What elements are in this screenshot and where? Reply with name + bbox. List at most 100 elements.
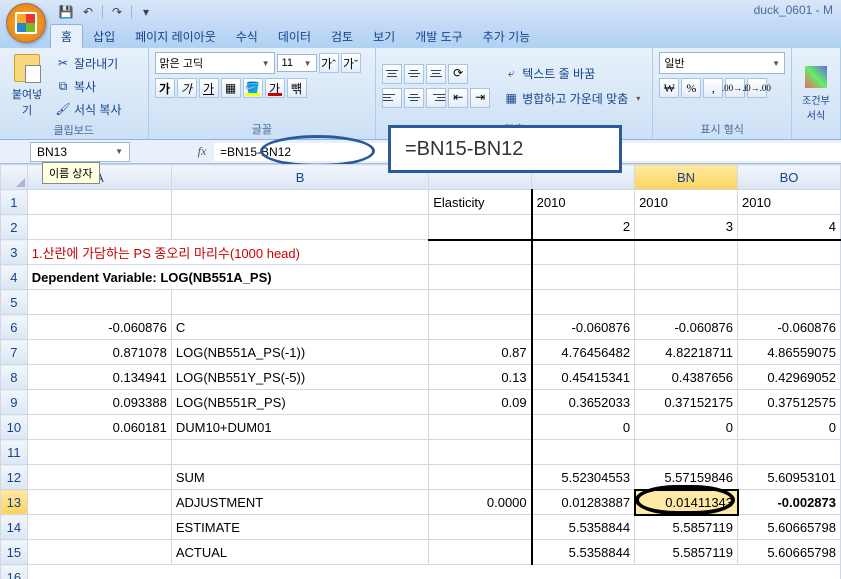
cell[interactable] (635, 440, 738, 465)
cell[interactable]: 0.45415341 (532, 365, 635, 390)
cell[interactable] (27, 440, 171, 465)
cell[interactable] (27, 465, 171, 490)
conditional-formatting-button[interactable]: 조건부 서식 (798, 64, 834, 124)
col-header-BO[interactable]: BO (738, 165, 841, 190)
col-header-BN[interactable]: BN (635, 165, 738, 190)
row-header-7[interactable]: 7 (1, 340, 28, 365)
cell[interactable]: 0.0000 (429, 490, 532, 515)
qat-redo-icon[interactable]: ↷ (109, 4, 125, 20)
row-header-14[interactable]: 14 (1, 515, 28, 540)
font-family-select[interactable]: 맑은 고딕▼ (155, 52, 275, 74)
tab-보기[interactable]: 보기 (363, 25, 405, 48)
cell[interactable] (738, 290, 841, 315)
cell[interactable]: LOG(NB551R_PS) (171, 390, 428, 415)
tab-개발 도구[interactable]: 개발 도구 (405, 25, 473, 48)
bold-button[interactable]: 가 (155, 78, 175, 98)
cell[interactable]: 0.42969052 (738, 365, 841, 390)
cell[interactable] (27, 540, 171, 565)
cell[interactable]: ADJUSTMENT (171, 490, 428, 515)
cell[interactable]: 5.5358844 (532, 515, 635, 540)
cell[interactable]: Elasticity (429, 190, 532, 215)
cell[interactable] (429, 440, 532, 465)
row-header-11[interactable]: 11 (1, 440, 28, 465)
wrap-text-button[interactable]: ⤶텍스트 줄 바꿈 (500, 63, 644, 84)
decrease-decimal-button[interactable]: .0→.00 (747, 78, 767, 98)
cell[interactable]: C (171, 315, 428, 340)
cell[interactable] (171, 440, 428, 465)
border-button[interactable]: ▦ (221, 78, 241, 98)
cell[interactable] (532, 265, 635, 290)
cell[interactable] (429, 415, 532, 440)
cell[interactable]: ESTIMATE (171, 515, 428, 540)
cell[interactable]: SUM (171, 465, 428, 490)
cell[interactable]: -0.060876 (635, 315, 738, 340)
cell[interactable] (635, 240, 738, 265)
cell[interactable]: 4.76456482 (532, 340, 635, 365)
increase-font-button[interactable]: 가ˆ (319, 53, 339, 73)
cell[interactable] (27, 190, 171, 215)
row-header-6[interactable]: 6 (1, 315, 28, 340)
row-header-9[interactable]: 9 (1, 390, 28, 415)
align-top-button[interactable] (382, 64, 402, 84)
cell[interactable] (429, 465, 532, 490)
qat-customize-icon[interactable]: ▾ (138, 4, 154, 20)
cell[interactable] (429, 290, 532, 315)
cell[interactable]: 5.52304553 (532, 465, 635, 490)
row-header-10[interactable]: 10 (1, 415, 28, 440)
tab-데이터[interactable]: 데이터 (268, 25, 321, 48)
cell[interactable]: 0.01283887 (532, 490, 635, 515)
cell[interactable]: 5.5857119 (635, 540, 738, 565)
tab-검토[interactable]: 검토 (321, 25, 363, 48)
increase-decimal-button[interactable]: .00→.0 (725, 78, 745, 98)
cell[interactable]: 0.01411343 (635, 490, 738, 515)
cut-button[interactable]: ✂잘라내기 (52, 53, 126, 74)
cell[interactable]: 0.13 (429, 365, 532, 390)
cell[interactable]: 0.09 (429, 390, 532, 415)
underline-button[interactable]: 가 (199, 78, 219, 98)
align-middle-button[interactable] (404, 64, 424, 84)
number-format-select[interactable]: 일반▼ (659, 52, 785, 74)
row-header-15[interactable]: 15 (1, 540, 28, 565)
cell[interactable]: 0.134941 (27, 365, 171, 390)
cell[interactable]: -0.002873 (738, 490, 841, 515)
cell[interactable]: 0.37152175 (635, 390, 738, 415)
cell[interactable]: Dependent Variable: LOG(NB551A_PS) (27, 265, 428, 290)
row-header-13[interactable]: 13 (1, 490, 28, 515)
cell[interactable]: 2 (532, 215, 635, 240)
cell[interactable]: DUM10+DUM01 (171, 415, 428, 440)
cell[interactable]: 5.5358844 (532, 540, 635, 565)
row-header-5[interactable]: 5 (1, 290, 28, 315)
cell[interactable]: 4.82218711 (635, 340, 738, 365)
cell[interactable]: 2010 (738, 190, 841, 215)
cell[interactable] (635, 290, 738, 315)
cell[interactable] (429, 265, 532, 290)
cell[interactable]: ACTUAL (171, 540, 428, 565)
cell[interactable]: 0.87 (429, 340, 532, 365)
cell[interactable] (635, 265, 738, 290)
cell[interactable] (429, 240, 532, 265)
row-header-2[interactable]: 2 (1, 215, 28, 240)
cell[interactable] (27, 490, 171, 515)
cell[interactable] (532, 240, 635, 265)
tab-홈[interactable]: 홈 (50, 24, 83, 48)
cell[interactable] (171, 215, 428, 240)
cell[interactable]: 1.산란에 가담하는 PS 종오리 마리수(1000 head) (27, 240, 428, 265)
cell[interactable] (738, 265, 841, 290)
cell[interactable]: 5.60665798 (738, 515, 841, 540)
align-right-button[interactable] (426, 88, 446, 108)
font-color-button[interactable]: 가 (265, 78, 285, 98)
cell[interactable] (532, 440, 635, 465)
percent-button[interactable]: % (681, 78, 701, 98)
qat-undo-icon[interactable]: ↶ (80, 4, 96, 20)
row-header-16[interactable]: 16 (1, 565, 28, 579)
cell[interactable]: 5.5857119 (635, 515, 738, 540)
cell[interactable] (532, 290, 635, 315)
cell[interactable]: 0.37512575 (738, 390, 841, 415)
phonetic-button[interactable]: 뺶 (287, 78, 307, 98)
cell[interactable]: -0.060876 (738, 315, 841, 340)
copy-button[interactable]: ⧉복사 (52, 76, 126, 97)
cell[interactable]: 0.871078 (27, 340, 171, 365)
decrease-font-button[interactable]: 가ˇ (341, 53, 361, 73)
qat-save-icon[interactable]: 💾 (58, 4, 74, 20)
cell[interactable]: LOG(NB551A_PS(-1)) (171, 340, 428, 365)
